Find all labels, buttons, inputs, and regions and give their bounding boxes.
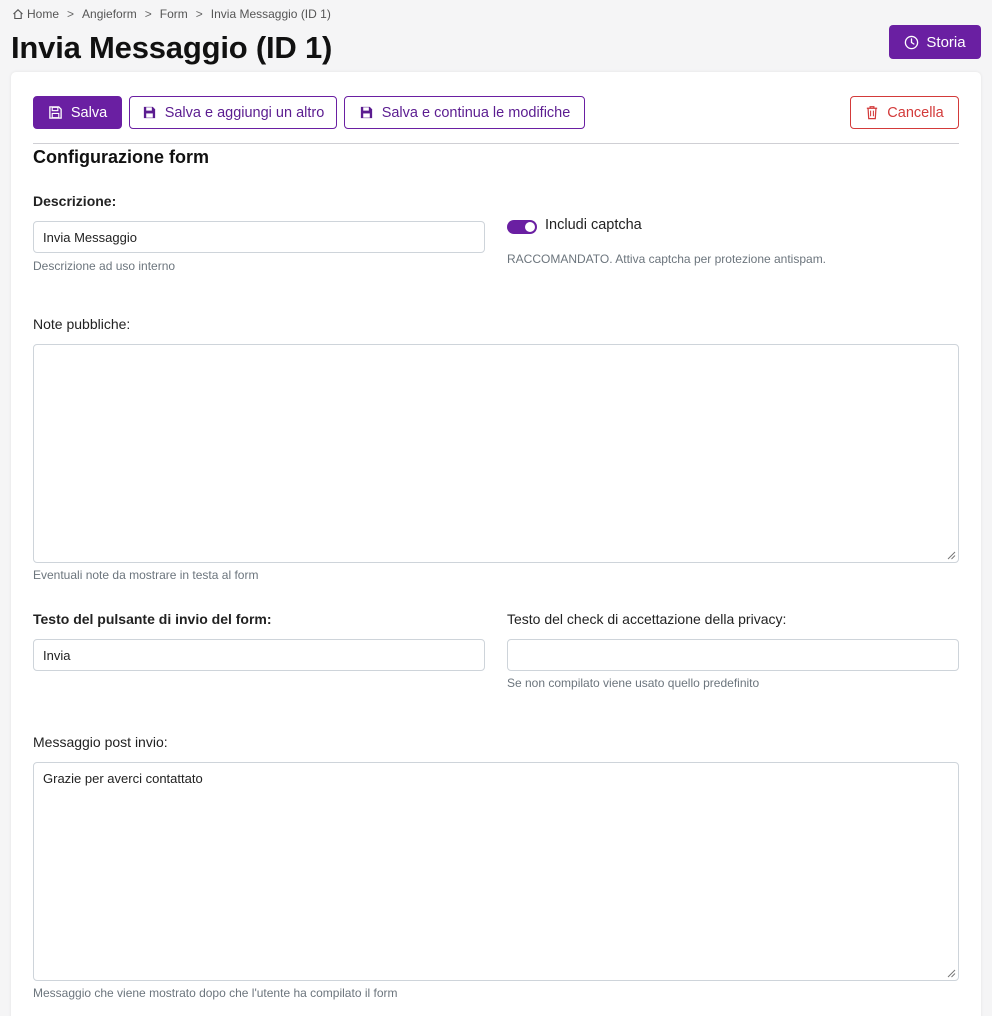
description-help: Descrizione ad uso interno — [33, 259, 176, 273]
breadcrumb-form[interactable]: Form — [160, 7, 188, 21]
history-button[interactable]: Storia — [889, 25, 981, 59]
form-card: Salva Salva e aggiungi un altro Salva e … — [11, 72, 981, 1016]
submit-text-label: Testo del pulsante di invio del form: — [33, 611, 272, 627]
post-message-help: Messaggio che viene mostrato dopo che l'… — [33, 986, 398, 1000]
clock-icon — [905, 35, 919, 49]
breadcrumb-home[interactable]: Home — [27, 7, 59, 21]
privacy-text-label: Testo del check di accettazione della pr… — [507, 611, 787, 627]
save-and-continue-button[interactable]: Salva e continua le modifiche — [344, 96, 585, 129]
description-label: Descrizione: — [33, 193, 117, 209]
save-button[interactable]: Salva — [33, 96, 122, 129]
home-icon — [13, 9, 23, 20]
submit-text-input[interactable]: Invia — [33, 639, 485, 671]
page-title: Invia Messaggio (ID 1) — [11, 30, 333, 65]
save-and-add-button-label: Salva e aggiungi un altro — [164, 104, 325, 121]
breadcrumb-separator: > — [67, 7, 75, 21]
breadcrumb-separator: > — [144, 7, 152, 21]
section-title: Configurazione form — [33, 147, 209, 167]
save-and-continue-button-label: Salva e continua le modifiche — [381, 104, 571, 121]
privacy-text-help: Se non compilato viene usato quello pred… — [507, 676, 760, 690]
floppy-disk-icon — [49, 106, 62, 119]
breadcrumb-angieform[interactable]: Angieform — [82, 7, 137, 21]
breadcrumb-current: Invia Messaggio (ID 1) — [210, 7, 331, 21]
resize-handle-icon[interactable] — [947, 969, 956, 978]
toggle-knob — [525, 222, 535, 232]
floppy-disk-icon — [143, 106, 155, 119]
resize-handle-icon[interactable] — [947, 551, 956, 560]
floppy-disk-icon — [360, 106, 372, 119]
history-button-label: Storia — [926, 33, 966, 51]
delete-button[interactable]: Cancella — [850, 96, 959, 129]
trash-icon — [867, 106, 878, 120]
privacy-text-input[interactable] — [507, 639, 959, 671]
breadcrumb: Home > Angieform > Form > Invia Messaggi… — [12, 7, 331, 21]
breadcrumb-separator: > — [195, 7, 203, 21]
description-input[interactable]: Invia Messaggio — [33, 221, 485, 253]
save-button-label: Salva — [70, 104, 108, 121]
public-notes-textarea[interactable] — [33, 344, 959, 563]
captcha-toggle-label[interactable]: Includi captcha — [545, 217, 642, 233]
captcha-help: RACCOMANDATO. Attiva captcha per protezi… — [507, 252, 827, 266]
public-notes-help: Eventuali note da mostrare in testa al f… — [33, 568, 259, 582]
captcha-toggle[interactable] — [507, 220, 537, 234]
divider — [33, 143, 959, 144]
post-message-label: Messaggio post invio: — [33, 734, 168, 750]
delete-button-label: Cancella — [887, 104, 944, 121]
public-notes-label: Note pubbliche: — [33, 316, 131, 332]
save-and-add-button[interactable]: Salva e aggiungi un altro — [129, 96, 337, 129]
post-message-textarea[interactable]: Grazie per averci contattato — [33, 762, 959, 981]
